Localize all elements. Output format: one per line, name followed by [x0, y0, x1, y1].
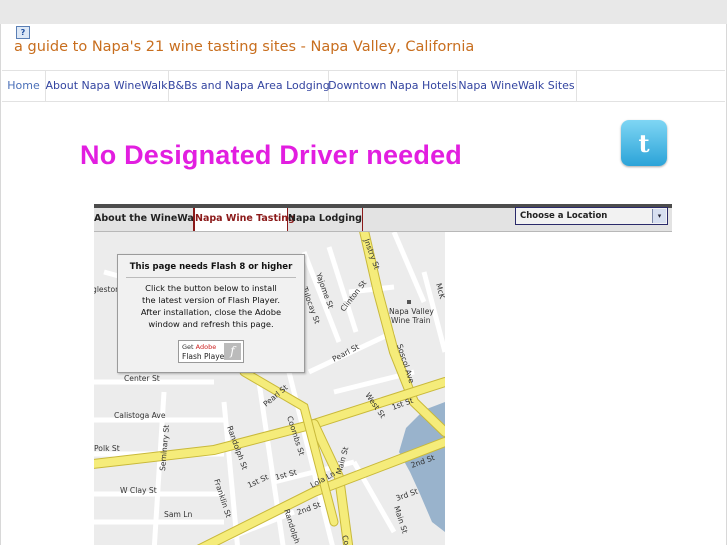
twitter-icon[interactable]: t [621, 120, 667, 166]
flash-logo-icon: f [224, 343, 241, 360]
map-label-napa-valley: Napa Valley [389, 307, 434, 316]
tab-napa-lodging[interactable]: Napa Lodging [288, 208, 363, 231]
get-flash-player-button[interactable]: Get Adobe Flash Player f [178, 340, 244, 363]
tab-napa-wine-tasting[interactable]: Napa Wine Tasting [194, 208, 295, 231]
nav-item-home[interactable]: Home [2, 71, 46, 101]
location-select[interactable]: Choose a Location ▾ [515, 207, 668, 225]
select-arrow-icon[interactable]: ▾ [652, 209, 666, 223]
flash-notice-divider [126, 277, 296, 278]
flash-player-label: Flash Player [182, 352, 228, 361]
map-label-glestor: glestor [94, 285, 119, 294]
tab-about-winewalk[interactable]: About the WineWalk [94, 208, 203, 231]
twitter-glyph: t [638, 129, 650, 158]
flash-required-notice: This page needs Flash 8 or higher Click … [117, 254, 305, 373]
flash-notice-line: After installation, close the Adobe [140, 307, 282, 317]
map-label-center: Center St [124, 374, 160, 383]
nav-item-about-napa-winewalk[interactable]: About Napa WineWalk [45, 71, 169, 101]
location-select-value: Choose a Location [520, 211, 608, 221]
map-label-wine-train: Wine Train [391, 316, 431, 325]
flash-notice-line: window and refresh this page. [148, 319, 274, 329]
nav-item-downtown-hotels[interactable]: Downtown Napa Hotels [328, 71, 458, 101]
get-adobe-label: Get Adobe [182, 343, 217, 351]
flash-notice-line: Click the button below to install [145, 283, 277, 293]
flash-notice-title: This page needs Flash 8 or higher [129, 262, 293, 272]
map-label-sam: Sam Ln [164, 510, 193, 519]
flash-notice-line: the latest version of Flash Player. [142, 295, 280, 305]
main-nav: Home About Napa WineWalk B&Bs and Napa A… [2, 70, 725, 102]
broken-image-icon: ? [16, 26, 30, 39]
browser-top-strip [0, 0, 727, 24]
map-label-clay: W Clay St [120, 486, 157, 495]
site-title: a guide to Napa's 21 wine tasting sites … [14, 39, 475, 55]
nav-item-bnbs-lodging[interactable]: B&Bs and Napa Area Lodging [168, 71, 330, 101]
map-label-polk: Polk St [94, 444, 120, 453]
banner-heading: No Designated Driver needed [80, 140, 463, 170]
map-label-calistoga: Calistoga Ave [114, 411, 166, 420]
nav-item-winewalk-sites[interactable]: Napa WineWalk Sites [457, 71, 577, 101]
